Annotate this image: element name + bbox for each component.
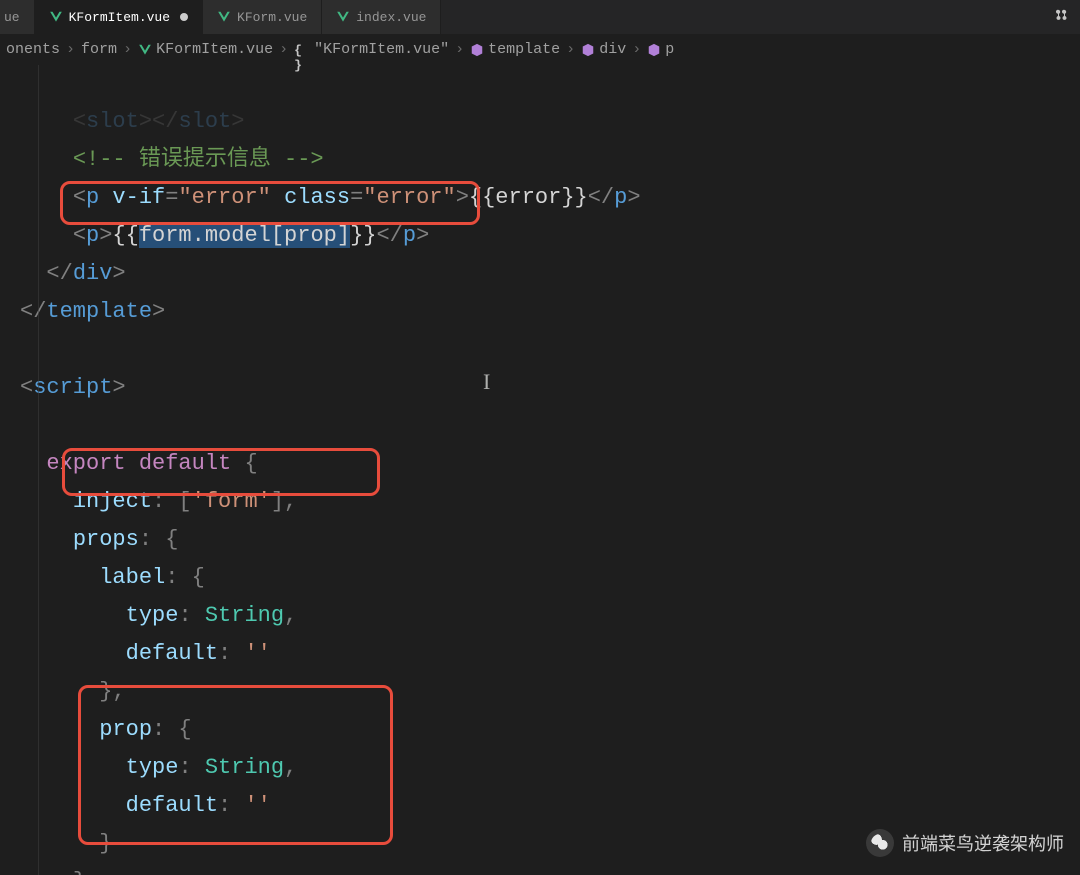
breadcrumb-item[interactable]: div <box>581 41 626 58</box>
breadcrumb-item[interactable]: { } <box>294 43 308 57</box>
code-comment: <!-- 错误提示信息 --> <box>73 147 324 172</box>
tab-kformitem[interactable]: KFormItem.vue <box>35 0 203 34</box>
tab-actions <box>1044 0 1080 34</box>
tab-label: KForm.vue <box>237 10 307 25</box>
dirty-indicator-icon <box>180 13 188 21</box>
code-content: <slot></slot> <!-- 错误提示信息 --> <p v-if="e… <box>0 65 1080 875</box>
chevron-right-icon: › <box>123 41 132 58</box>
vue-icon <box>336 10 350 24</box>
cube-icon <box>581 43 595 57</box>
compare-changes-icon[interactable] <box>1054 7 1070 28</box>
tab-label: index.vue <box>356 10 426 25</box>
tab-index[interactable]: index.vue <box>322 0 441 34</box>
breadcrumb-item[interactable]: "KFormItem.vue" <box>314 41 449 58</box>
vue-icon <box>217 10 231 24</box>
tab-label: KFormItem.vue <box>69 10 170 25</box>
chevron-right-icon: › <box>279 41 288 58</box>
wechat-icon <box>866 829 894 857</box>
breadcrumb: onents › form › KFormItem.vue › { } "KFo… <box>0 35 1080 65</box>
tab-partial[interactable]: ue <box>0 0 35 34</box>
editor-area[interactable]: <slot></slot> <!-- 错误提示信息 --> <p v-if="e… <box>0 65 1080 875</box>
watermark: 前端菜鸟逆袭架构师 <box>866 829 1064 857</box>
breadcrumb-item[interactable]: KFormItem.vue <box>138 41 273 58</box>
breadcrumb-item[interactable]: onents <box>6 41 60 58</box>
chevron-right-icon: › <box>455 41 464 58</box>
tab-bar: ue KFormItem.vue KForm.vue index.vue <box>0 0 1080 35</box>
text-cursor-icon: I <box>483 371 484 393</box>
chevron-right-icon: › <box>66 41 75 58</box>
cube-icon <box>470 43 484 57</box>
vue-icon <box>138 43 152 57</box>
watermark-text: 前端菜鸟逆袭架构师 <box>902 830 1064 856</box>
cube-icon <box>647 43 661 57</box>
breadcrumb-item[interactable]: p <box>647 41 674 58</box>
braces-icon: { } <box>294 43 308 57</box>
breadcrumb-item[interactable]: template <box>470 41 560 58</box>
indent-guide <box>38 65 39 875</box>
tab-kform[interactable]: KForm.vue <box>203 0 322 34</box>
breadcrumb-item[interactable]: form <box>81 41 117 58</box>
tab-label: ue <box>4 10 20 25</box>
vue-icon <box>49 10 63 24</box>
chevron-right-icon: › <box>566 41 575 58</box>
chevron-right-icon: › <box>632 41 641 58</box>
